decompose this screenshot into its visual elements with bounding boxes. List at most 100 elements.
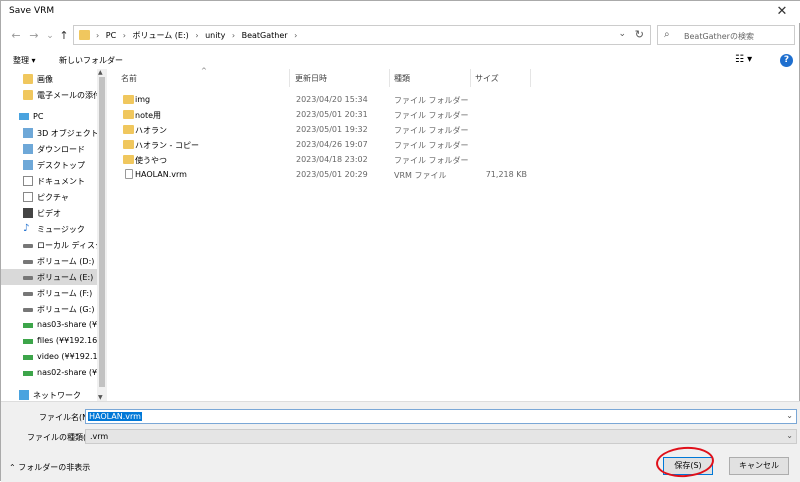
file-date: 2023/04/18 23:02 — [296, 155, 368, 164]
refresh-icon[interactable]: ↻ — [635, 28, 644, 41]
sidebar-item-volume-d[interactable]: ボリューム (D:) — [1, 253, 97, 269]
drive-icon — [23, 308, 33, 312]
breadcrumb-unity[interactable]: unity — [205, 31, 225, 40]
list-item[interactable]: HAOLAN.vrm 2023/05/01 20:29 VRM ファイル 71,… — [117, 167, 757, 182]
chevron-down-icon[interactable]: ⌄ — [786, 431, 793, 440]
list-item[interactable]: ハオラン - コピー 2023/04/26 19:07 ファイル フォルダー — [117, 137, 757, 152]
sidebar-item-nas02-share[interactable]: nas02-share (¥¥1 — [1, 365, 97, 381]
sidebar-item-volume-g[interactable]: ボリューム (G:) — [1, 301, 97, 317]
scroll-up-icon[interactable]: ▲ — [98, 69, 103, 76]
file-icon — [125, 169, 133, 179]
network-drive-icon — [23, 339, 33, 344]
search-input[interactable]: ⌕ BeatGatherの検索 — [657, 25, 795, 45]
column-header-date[interactable]: 更新日時 — [295, 73, 327, 84]
breadcrumb-separator: › — [195, 31, 199, 40]
new-folder-button[interactable]: 新しいフォルダー — [59, 55, 123, 66]
chevron-down-icon[interactable]: ⌄ — [786, 411, 793, 420]
sidebar-item-email-attachments[interactable]: 電子メールの添付 — [1, 87, 97, 103]
sidebar-scrollbar[interactable]: ▲ ▼ — [97, 69, 107, 401]
sidebar-item-label: nas03-share (¥¥1 — [37, 320, 97, 329]
breadcrumb: › PC › ボリューム (E:) › unity › BeatGather › — [96, 30, 301, 41]
file-name: ハオラン — [135, 126, 167, 135]
search-placeholder: BeatGatherの検索 — [684, 32, 754, 41]
sidebar-item-music[interactable]: ♪ ミュージック — [1, 221, 97, 237]
file-date: 2023/05/01 20:29 — [296, 170, 368, 179]
sidebar-item-local-disk-c[interactable]: ローカル ディスク (C — [1, 237, 97, 253]
column-divider[interactable] — [389, 69, 390, 87]
chevron-down-icon[interactable]: ⌄ — [618, 29, 626, 39]
sidebar-item-documents[interactable]: ドキュメント — [1, 173, 97, 189]
column-divider[interactable] — [530, 69, 531, 87]
folder-icon — [123, 125, 134, 134]
sidebar-item-label: ローカル ディスク (C — [37, 241, 97, 250]
view-options-icon[interactable]: ☷ ▾ — [735, 54, 752, 65]
column-header-size[interactable]: サイズ — [475, 73, 499, 84]
sidebar-item-video[interactable]: video (¥¥192.168 — [1, 349, 97, 365]
breadcrumb-beatgather[interactable]: BeatGather — [242, 31, 288, 40]
save-button[interactable]: 保存(S) — [663, 457, 713, 475]
column-header-type[interactable]: 種類 — [394, 73, 410, 84]
list-item[interactable]: img 2023/04/20 15:34 ファイル フォルダー — [117, 92, 757, 107]
desktop-icon — [23, 160, 33, 170]
sidebar-item-label: 3D オブジェクト — [37, 129, 97, 138]
column-header-name[interactable]: 名前 — [121, 73, 137, 84]
column-divider[interactable] — [289, 69, 290, 87]
sidebar-item-network[interactable]: ネットワーク — [1, 387, 97, 401]
network-drive-icon — [23, 323, 33, 328]
scroll-down-icon[interactable]: ▼ — [98, 394, 103, 401]
file-type: ファイル フォルダー — [394, 126, 469, 135]
sidebar-item-files[interactable]: files (¥¥192.168.1 — [1, 333, 97, 349]
sidebar-item-downloads[interactable]: ダウンロード — [1, 141, 97, 157]
folder-icon — [23, 90, 33, 100]
back-arrow-icon[interactable]: ← — [7, 27, 25, 45]
cancel-button[interactable]: キャンセル — [729, 457, 789, 475]
breadcrumb-pc[interactable]: PC — [106, 31, 116, 40]
file-name: ハオラン - コピー — [135, 141, 199, 150]
sidebar-item-nas03-share[interactable]: nas03-share (¥¥1 — [1, 317, 97, 333]
sidebar-item-pictures[interactable]: ピクチャ — [1, 189, 97, 205]
network-drive-icon — [23, 355, 33, 360]
sidebar-item-label: ミュージック — [37, 225, 85, 234]
network-icon — [19, 390, 29, 400]
help-icon[interactable]: ? — [780, 54, 793, 67]
filename-value: HAOLAN.vrm — [88, 412, 142, 421]
sidebar-item-label: デスクトップ — [37, 161, 85, 170]
search-icon: ⌕ — [664, 29, 670, 40]
hide-folders-toggle[interactable]: ⌃ フォルダーの非表示 — [9, 462, 90, 473]
column-divider[interactable] — [470, 69, 471, 87]
sidebar-item-pc[interactable]: PC — [1, 109, 97, 125]
list-item[interactable]: ハオラン 2023/05/01 19:32 ファイル フォルダー — [117, 122, 757, 137]
download-icon — [23, 144, 33, 154]
up-arrow-icon[interactable]: ↑ — [55, 27, 73, 45]
filename-field[interactable]: HAOLAN.vrm ⌄ — [85, 409, 797, 424]
filetype-select[interactable]: .vrm ⌄ — [85, 429, 797, 444]
sidebar-item-label: files (¥¥192.168.1 — [37, 336, 97, 345]
pc-icon — [19, 113, 29, 120]
sidebar-item-label: ネットワーク — [33, 391, 81, 400]
close-icon[interactable]: ✕ — [767, 1, 797, 23]
breadcrumb-volume-e[interactable]: ボリューム (E:) — [132, 31, 188, 40]
save-form: ファイル名(N): HAOLAN.vrm ⌄ ファイルの種類(T): .vrm … — [1, 401, 800, 482]
file-date: 2023/05/01 20:31 — [296, 110, 368, 119]
file-name: note用 — [135, 111, 162, 120]
music-icon: ♪ — [23, 224, 33, 234]
breadcrumb-separator: › — [122, 31, 126, 40]
sidebar-item-volume-f[interactable]: ボリューム (F:) — [1, 285, 97, 301]
file-list: ^ 名前 更新日時 種類 サイズ img 2023/04/20 15:34 ファ… — [109, 67, 800, 401]
sidebar-item-3d-objects[interactable]: 3D オブジェクト — [1, 125, 97, 141]
sidebar-item-images[interactable]: 画像 — [1, 71, 97, 87]
sidebar-item-videos[interactable]: ビデオ — [1, 205, 97, 221]
pictures-icon — [23, 192, 33, 202]
sidebar-item-label: 電子メールの添付 — [37, 91, 97, 100]
list-item[interactable]: 使うやつ 2023/04/18 23:02 ファイル フォルダー — [117, 152, 757, 167]
sidebar-item-label: ボリューム (F:) — [37, 289, 93, 298]
file-size: 71,218 KB — [485, 170, 527, 179]
scrollbar-thumb[interactable] — [99, 77, 105, 387]
organize-button[interactable]: 整理 ▾ — [13, 55, 36, 66]
address-bar[interactable]: › PC › ボリューム (E:) › unity › BeatGather ›… — [73, 25, 651, 45]
sidebar-item-desktop[interactable]: デスクトップ — [1, 157, 97, 173]
sidebar-item-volume-e[interactable]: ボリューム (E:) — [1, 269, 97, 285]
file-type: VRM ファイル — [394, 171, 447, 180]
list-item[interactable]: note用 2023/05/01 20:31 ファイル フォルダー — [117, 107, 757, 122]
sidebar-item-label: ボリューム (E:) — [37, 273, 94, 282]
